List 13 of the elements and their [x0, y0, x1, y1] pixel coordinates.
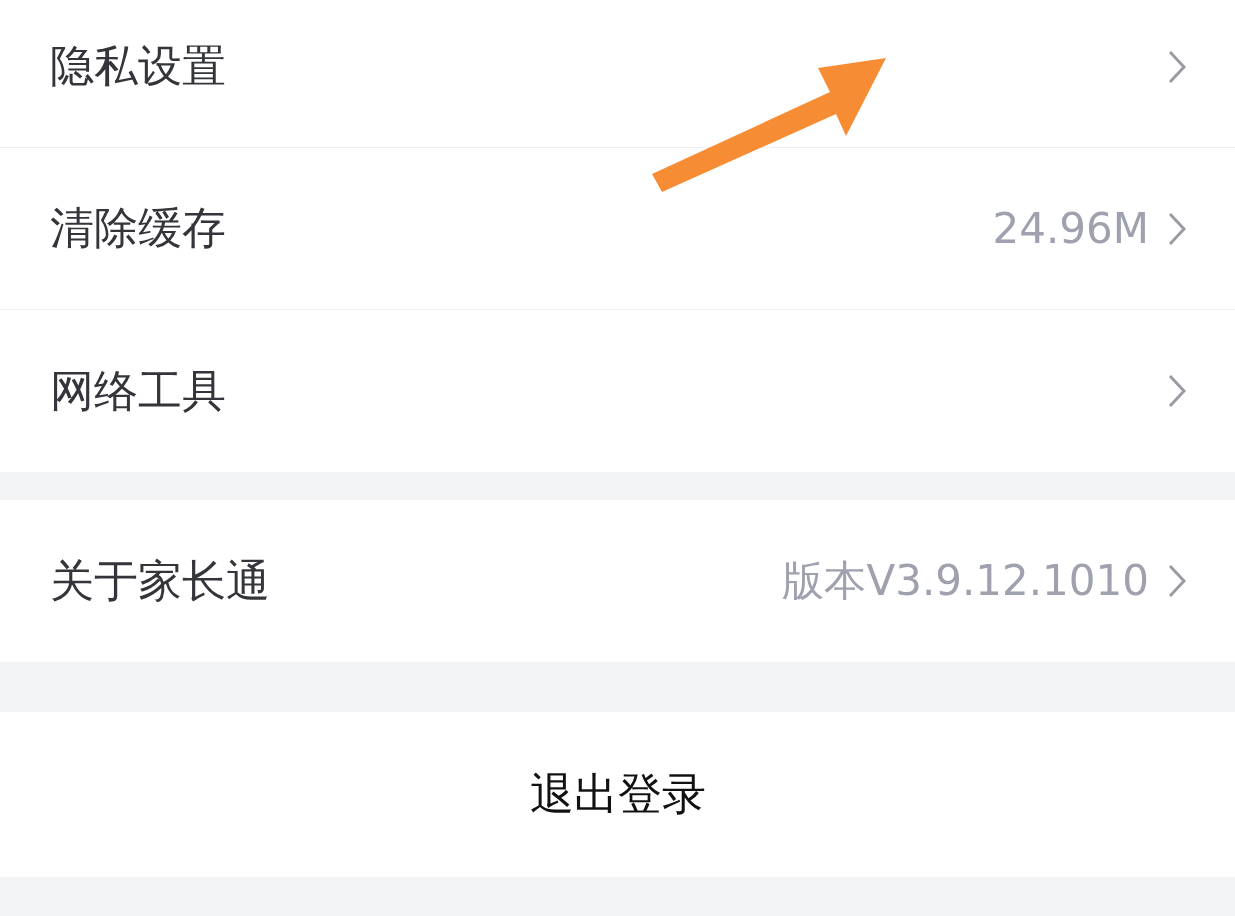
- row-label: 关于家长通: [50, 553, 271, 608]
- row-label: 隐私设置: [50, 39, 227, 93]
- row-label: 清除缓存: [50, 201, 227, 255]
- row-value: 版本V3.9.12.1010: [782, 555, 1149, 607]
- chevron-right-icon: [1167, 48, 1187, 85]
- chevron-right-icon: [1167, 210, 1187, 247]
- settings-row[interactable]: 关于家长通 版本V3.9.12.1010: [0, 500, 1235, 662]
- chevron-right-icon: [1167, 373, 1187, 409]
- row-label: 网络工具: [50, 363, 227, 418]
- settings-row[interactable]: 网络工具: [0, 310, 1235, 472]
- chevron-right-icon: [1167, 563, 1187, 599]
- row-value: 24.96M: [992, 204, 1149, 253]
- logout-button[interactable]: 退出登录: [0, 712, 1235, 877]
